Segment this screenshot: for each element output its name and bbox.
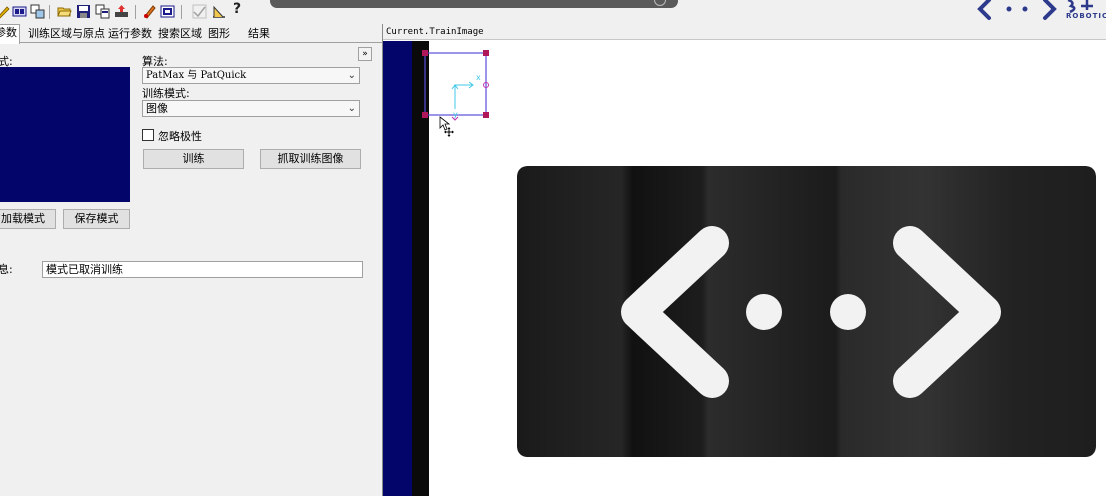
parameter-panel: 式: » 算法: PatMax 与 PatQuick ⌄ 训练模式: 图像 ⌄ … xyxy=(0,43,382,496)
trained-pattern-display xyxy=(0,67,130,202)
viewer-title: Current.TrainImage xyxy=(383,24,1106,40)
train-mode-label: 训练模式: xyxy=(142,87,190,100)
collapse-button[interactable]: » xyxy=(358,47,372,61)
help-icon[interactable]: ? xyxy=(233,2,248,17)
load-pattern-button[interactable]: 加载模式 xyxy=(0,209,56,229)
tab-results[interactable]: 结果 xyxy=(248,26,270,43)
overlay-indicator xyxy=(654,0,666,6)
toolbar-separator xyxy=(49,5,50,19)
tab-run-parameters[interactable]: 运行参数 xyxy=(108,26,152,43)
right-dot-shape xyxy=(830,294,866,330)
tab-strip: 参数 训练区域与原点 运行参数 搜索区域 图形 结果 xyxy=(0,24,382,44)
image-viewer: Current.TrainImage x y xyxy=(382,24,1106,496)
train-region-roi[interactable]: x y xyxy=(419,47,529,137)
open-icon[interactable] xyxy=(57,4,72,19)
chevron-down-icon: ⌄ xyxy=(347,103,356,114)
image-border-navy xyxy=(383,41,412,496)
edit-icon[interactable] xyxy=(142,4,157,19)
ignore-polarity-checkbox[interactable] xyxy=(142,129,154,141)
import-icon[interactable] xyxy=(114,4,129,19)
roi-handle[interactable] xyxy=(422,50,428,56)
check-icon[interactable] xyxy=(192,4,207,19)
copy-region-icon[interactable] xyxy=(30,4,45,19)
tab-parameters[interactable]: 参数 xyxy=(0,24,20,44)
tab-graphics[interactable]: 图形 xyxy=(208,26,230,43)
logo-text: ROBOTIC xyxy=(1066,12,1106,20)
left-dot-shape xyxy=(746,294,782,330)
algorithm-value: PatMax 与 PatQuick xyxy=(146,70,247,81)
ignore-polarity-label: 忽略极性 xyxy=(158,130,202,143)
image-icon[interactable] xyxy=(160,4,175,19)
train-mode-select[interactable]: 图像 ⌄ xyxy=(142,100,360,117)
roi-handle[interactable] xyxy=(483,50,489,56)
grab-train-image-button[interactable]: 抓取训练图像 xyxy=(260,149,361,169)
save-icon[interactable] xyxy=(76,4,91,19)
image-canvas[interactable]: x y xyxy=(383,41,1106,496)
svg-text:x: x xyxy=(476,73,481,82)
toolbar-separator xyxy=(135,5,136,19)
train-mode-value: 图像 xyxy=(146,102,168,115)
message-field: 模式已取消训练 xyxy=(42,261,363,278)
save-pattern-button[interactable]: 保存模式 xyxy=(63,209,130,229)
roi-handle[interactable] xyxy=(422,112,428,118)
chevron-down-icon: ⌄ xyxy=(347,70,356,81)
train-image-plate xyxy=(517,166,1096,457)
new-icon[interactable] xyxy=(0,4,11,19)
train-region-icon[interactable] xyxy=(12,4,27,19)
message-label: 息: xyxy=(0,263,13,276)
measure-icon[interactable] xyxy=(211,4,226,19)
algorithm-select[interactable]: PatMax 与 PatQuick ⌄ xyxy=(142,67,360,84)
roi-handle[interactable] xyxy=(483,112,489,118)
copy-icon[interactable] xyxy=(95,4,110,19)
train-button[interactable]: 训练 xyxy=(143,149,244,169)
toolbar-separator xyxy=(181,5,182,19)
overlay-control-bar xyxy=(270,0,678,8)
move-cursor-icon xyxy=(439,116,454,137)
tab-search-region[interactable]: 搜索区域 xyxy=(158,26,202,43)
tab-train-region-origin[interactable]: 训练区域与原点 xyxy=(28,26,105,43)
